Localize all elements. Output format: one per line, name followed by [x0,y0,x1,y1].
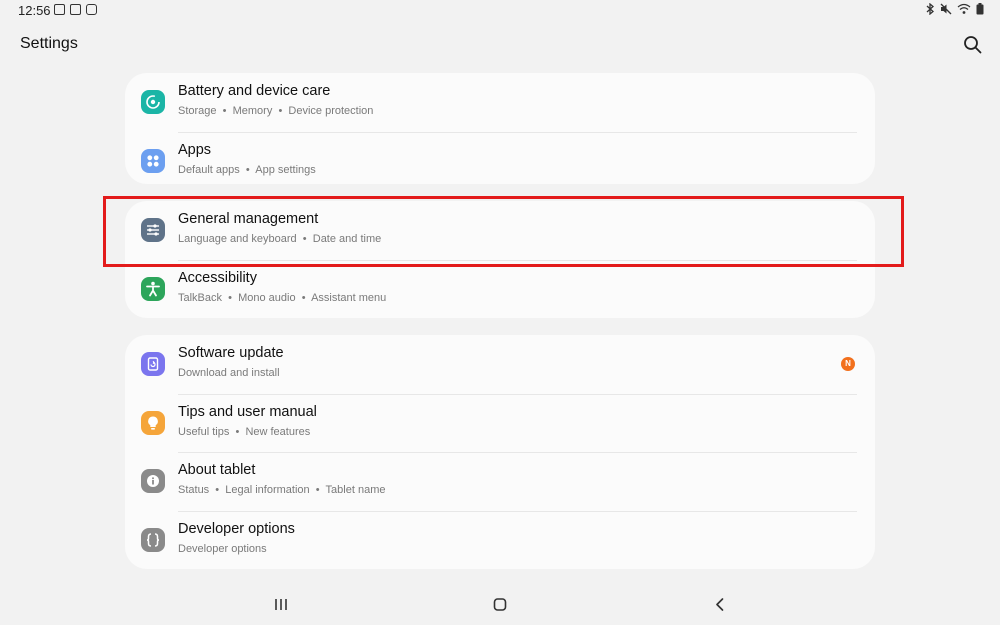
apps-icon [141,148,165,173]
item-subtitle: StorageMemoryDevice protection [178,105,373,117]
item-title: About tablet [178,462,256,478]
item-title: Battery and device care [178,83,331,99]
sliders-icon [141,218,165,242]
page-title: Settings [20,35,78,52]
item-subtitle: Download and install [178,367,280,379]
back-icon [716,598,724,611]
settings-group-1: Battery and device care StorageMemoryDev… [125,73,875,184]
item-title: Developer options [178,520,295,537]
status-clock: 12:56 [18,3,51,18]
item-subtitle: StatusLegal informationTablet name [178,484,385,496]
recents-button[interactable] [269,593,293,617]
home-button[interactable] [488,593,512,617]
recents-icon [275,599,287,610]
search-button[interactable] [962,34,984,56]
notification-icons [54,4,97,15]
news-icon [70,4,81,15]
item-title: Software update [178,345,284,361]
battery-care-icon [141,90,165,114]
settings-item-developer-options[interactable]: Developer options Developer options [125,510,875,570]
system-icons [925,3,984,15]
item-subtitle: Default appsApp settings [178,164,316,176]
gallery-icon [54,4,65,15]
settings-item-battery-and-device-care[interactable]: Battery and device care StorageMemoryDev… [125,73,875,132]
settings-item-about-tablet[interactable]: About tablet StatusLegal informationTabl… [125,452,875,511]
new-badge: N [841,357,855,371]
settings-item-general-management[interactable]: General management Language and keyboard… [125,201,875,260]
item-title: Accessibility [178,269,257,286]
info-icon [141,469,165,493]
lightbulb-icon [141,410,165,435]
item-title: Tips and user manual [178,403,317,420]
status-bar: 12:56 [0,0,1000,22]
settings-group-3: Software update Download and install N T… [125,335,875,569]
item-subtitle: Language and keyboardDate and time [178,233,381,245]
software-update-icon [141,352,165,376]
accessibility-icon [141,276,165,301]
item-subtitle: Developer options [178,542,267,555]
bluetooth-icon [926,3,934,15]
item-title: Apps [178,141,212,158]
navigation-bar [0,585,1000,625]
settings-group-2: General management Language and keyboard… [125,201,875,318]
settings-item-apps[interactable]: Apps Default appsApp settings [125,131,875,191]
settings-item-accessibility[interactable]: Accessibility TalkBackMono audioAssistan… [125,259,875,319]
item-subtitle: TalkBackMono audioAssistant menu [178,292,386,304]
item-subtitle: Useful tipsNew features [178,426,310,438]
back-button[interactable] [708,593,732,617]
home-icon [493,598,507,611]
item-title: General management [178,211,319,227]
settings-item-software-update[interactable]: Software update Download and install N [125,335,875,394]
search-icon [964,36,982,54]
braces-icon [141,527,165,552]
mute-icon [940,3,952,15]
wifi-icon [957,3,971,14]
battery-icon [976,3,984,15]
settings-item-tips-and-user-manual[interactable]: Tips and user manual Useful tipsNew feat… [125,393,875,453]
screen-recorder-icon [86,4,97,15]
